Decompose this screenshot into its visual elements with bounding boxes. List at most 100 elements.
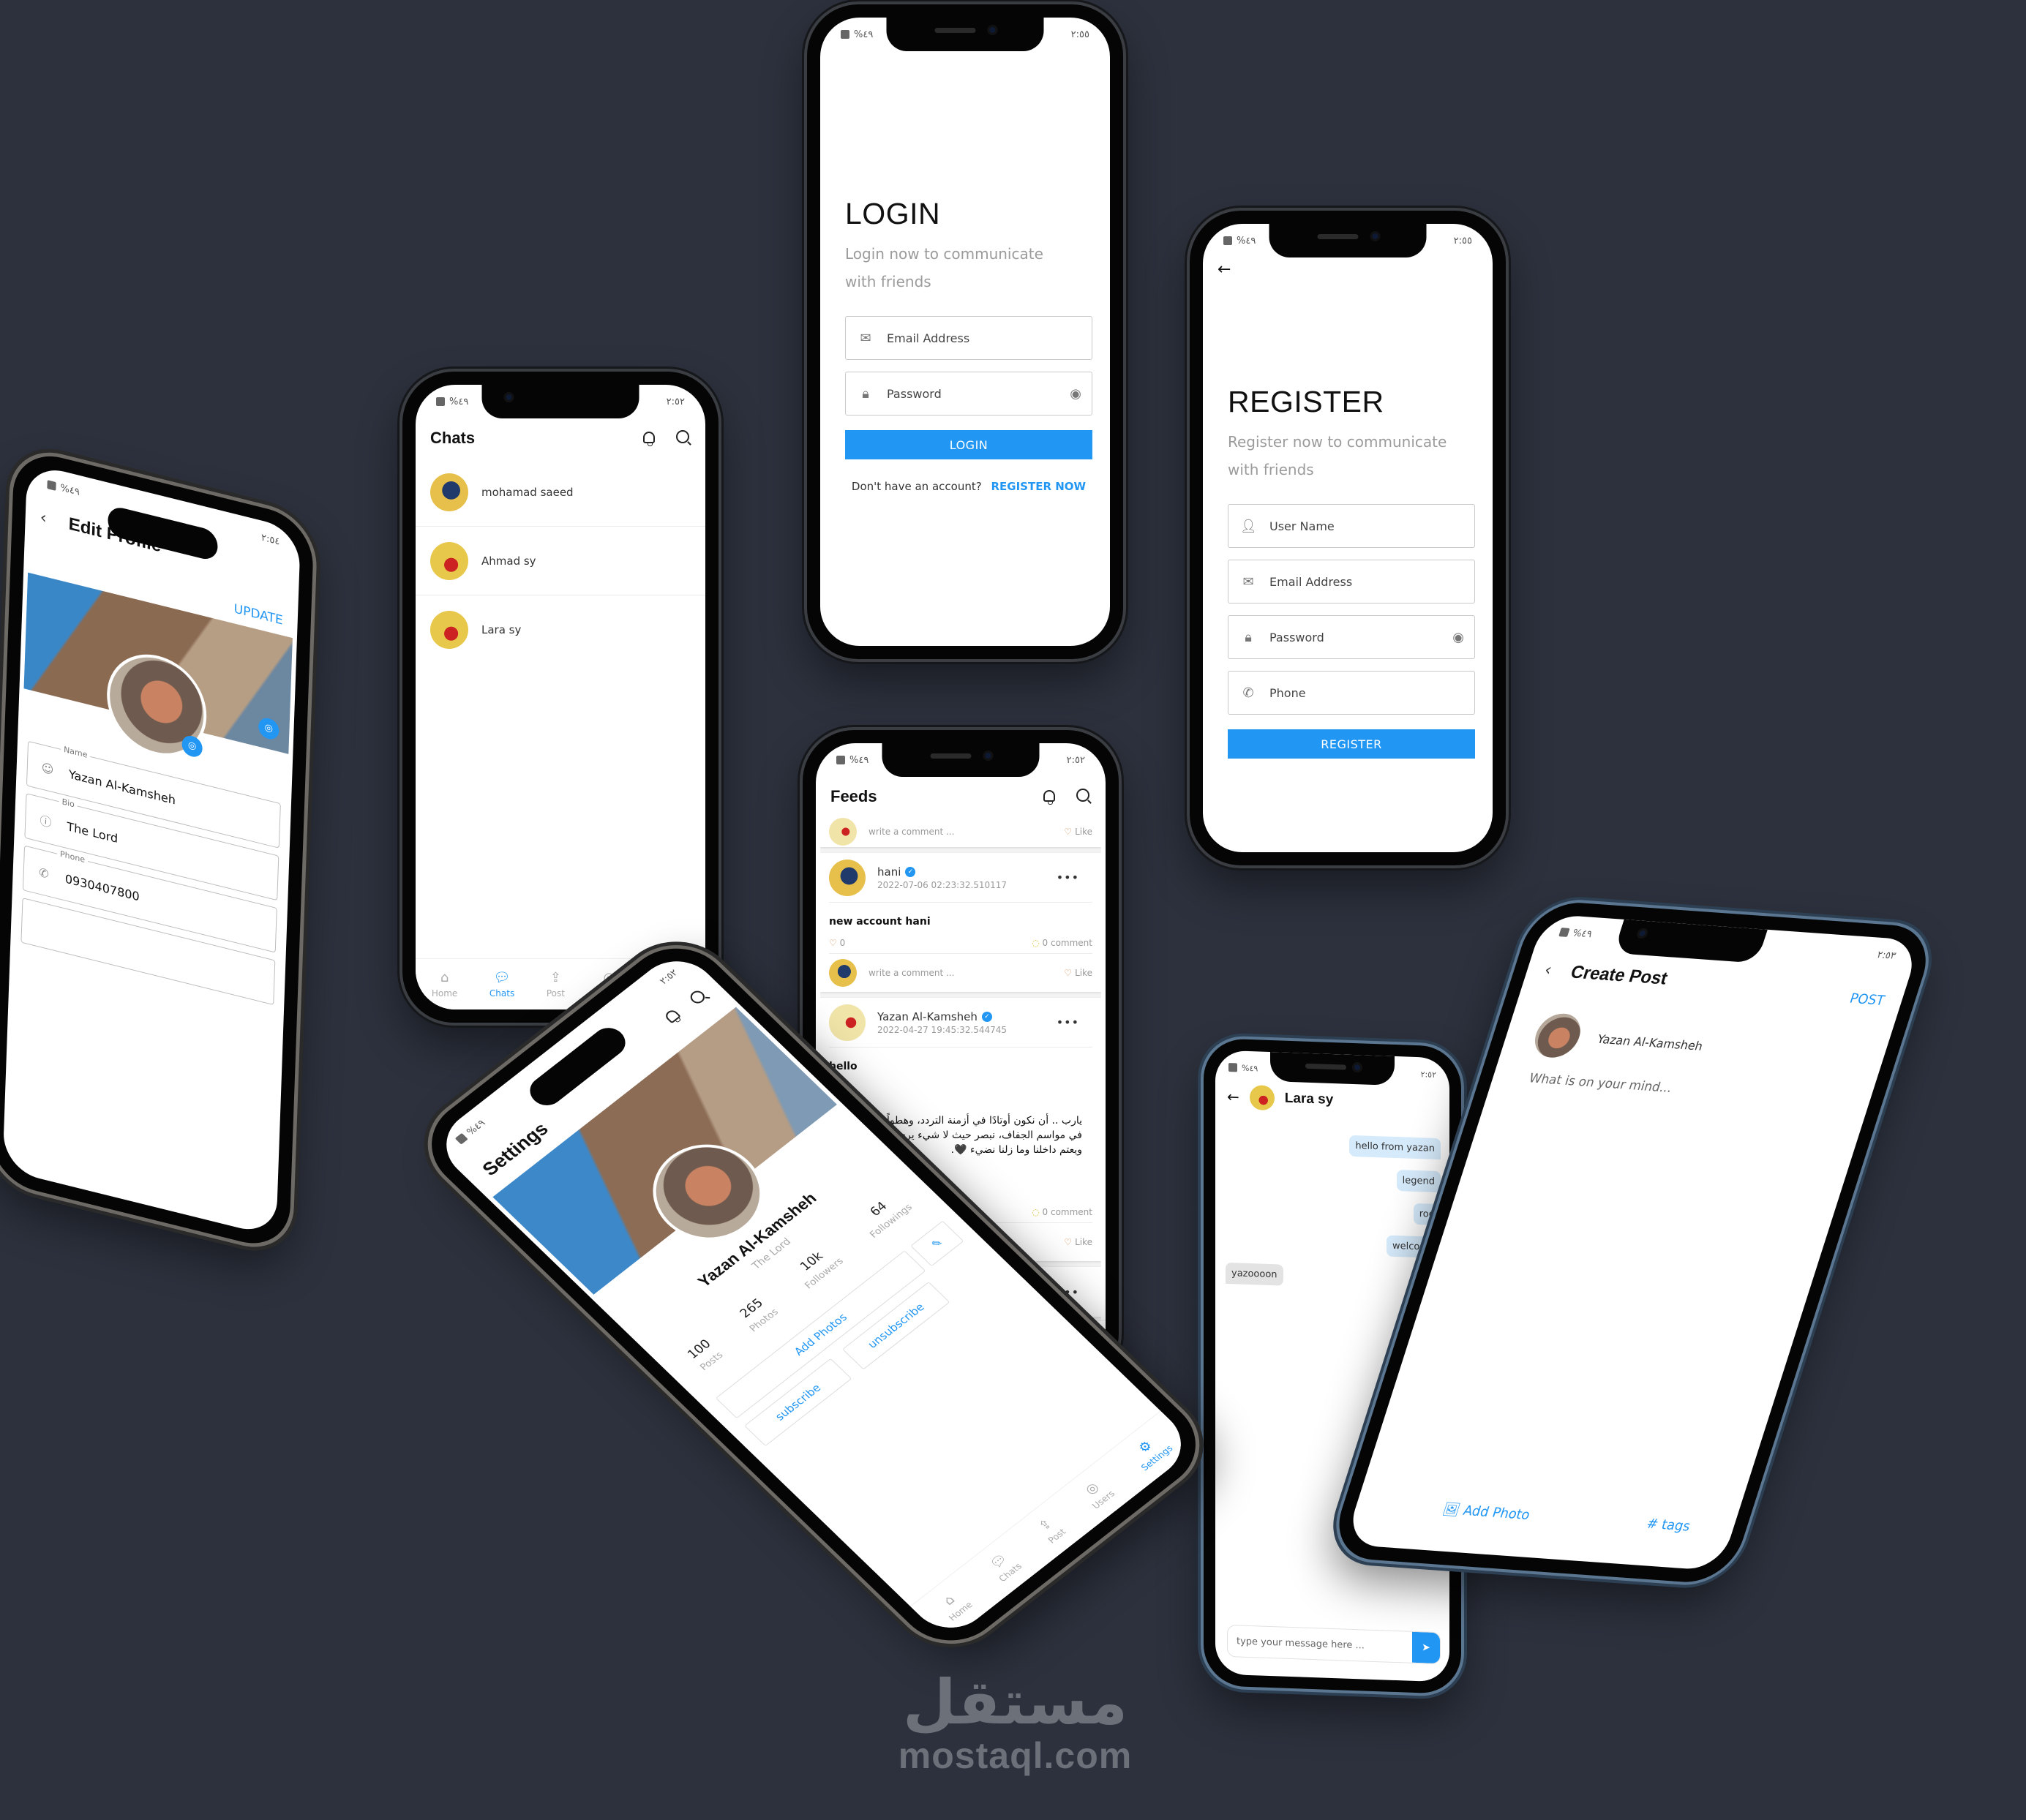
more-icon[interactable]: ••• — [1057, 1015, 1092, 1029]
post-card: hani ✓ 2022-07-06 02:23:32.510117 ••• new… — [820, 853, 1101, 992]
stat-photos[interactable]: 265 Photos — [734, 1293, 781, 1334]
status-time: ٢:٥٢ — [657, 967, 680, 987]
post-text: new account hani — [829, 916, 931, 928]
tab-users[interactable]: ◎Users — [1077, 1476, 1117, 1511]
post-author[interactable]: hani — [877, 865, 901, 879]
contact-name: Lara sy — [481, 623, 522, 636]
lock-icon — [1558, 928, 1570, 937]
update-button[interactable]: UPDATE — [233, 601, 283, 628]
tab-settings[interactable]: ⚙Settings — [1126, 1431, 1174, 1472]
comment-row: write a comment ... ♡Like — [829, 816, 1092, 847]
eye-icon[interactable]: ◉ — [1070, 386, 1081, 402]
post-author[interactable]: Yazan Al-Kamsheh — [877, 1010, 978, 1023]
status-time: ٢:٥٤ — [260, 531, 280, 548]
field-value: 0930407800 — [64, 870, 140, 904]
upload-icon: ⇪ — [1035, 1516, 1056, 1534]
register-button[interactable]: REGISTER — [1228, 729, 1475, 759]
email-field[interactable]: ✉ Email Address — [1228, 560, 1475, 603]
phone-icon: ✆ — [1242, 685, 1254, 701]
search-icon[interactable] — [687, 988, 710, 1008]
tags-button[interactable]: # tags — [1645, 1516, 1692, 1534]
bell-icon[interactable] — [663, 1008, 685, 1026]
send-button[interactable]: ➤ — [1412, 1631, 1440, 1664]
like-button[interactable]: ♡ Like — [1064, 1237, 1092, 1247]
comment-input[interactable]: write a comment ... — [868, 827, 1064, 837]
post-button[interactable]: POST — [1847, 991, 1886, 1009]
stat-followings[interactable]: 64 Followings — [854, 1189, 915, 1240]
phone-field[interactable]: ✆ Phone — [1228, 671, 1475, 715]
heart-icon: ♡ — [829, 937, 837, 948]
arrow-left-icon[interactable]: ← — [1218, 260, 1231, 279]
verified-icon: ✓ — [981, 1012, 992, 1022]
search-icon[interactable] — [1075, 789, 1091, 805]
page-title: Create Post — [1568, 961, 1670, 989]
password-field[interactable]: 🔒︎ Password ◉ — [845, 372, 1092, 415]
camera-icon[interactable]: ◎ — [181, 733, 203, 759]
tab-home[interactable]: ⌂Home — [431, 970, 458, 999]
search-icon[interactable] — [675, 430, 691, 446]
register-screen: %٤٩ ٢:٥٥ ← REGISTER Register now to comm… — [1203, 224, 1493, 852]
user-icon: ☺ — [41, 759, 54, 777]
more-icon[interactable]: ••• — [1057, 870, 1092, 884]
chat-list-item[interactable]: Ahmad sy — [416, 527, 705, 595]
send-icon: ➤ — [1422, 1642, 1430, 1654]
stat-followers[interactable]: 10k Followers — [789, 1243, 846, 1291]
tab-post[interactable]: ⇪Post — [1033, 1514, 1068, 1545]
pencil-icon: ✎ — [928, 1236, 946, 1252]
password-field[interactable]: 🔒︎ Password ◉ — [1228, 615, 1475, 659]
like-button[interactable]: ♡ Like — [1064, 827, 1092, 837]
username-field[interactable]: 👤︎ User Name — [1228, 504, 1475, 548]
eye-icon[interactable]: ◉ — [1452, 630, 1464, 645]
login-button[interactable]: LOGIN — [845, 430, 1092, 459]
comment-input[interactable]: write a comment ... — [868, 968, 1064, 978]
post-author: Yazan Al-Kamsheh — [1528, 1012, 1710, 1068]
chevron-left-icon[interactable]: ‹ — [1542, 961, 1554, 980]
post-header: hani ✓ 2022-07-06 02:23:32.510117 ••• — [829, 853, 1092, 903]
app-bar: ‹ Create Post POST — [1540, 956, 1891, 1009]
tab-post[interactable]: ⇪Post — [547, 970, 565, 999]
camera-icon[interactable]: ◎ — [258, 715, 279, 742]
info-icon: ⓘ — [40, 813, 52, 830]
avatar — [430, 473, 468, 511]
status-time: ٢:٥٢ — [1420, 1069, 1436, 1080]
lock-icon — [836, 756, 845, 764]
tab-home[interactable]: ⌂Home — [934, 1587, 975, 1622]
register-form: REGISTER Register now to communicate wit… — [1228, 385, 1475, 759]
chat-list-item[interactable]: mohamad saeed — [416, 458, 705, 527]
add-photo-button[interactable]: 🖼︎ Add Photo — [1441, 1502, 1532, 1523]
tab-label: Chats — [489, 988, 515, 999]
stat-posts[interactable]: 100 Posts — [684, 1336, 726, 1373]
location-icon: ◎ — [1081, 1479, 1103, 1497]
avatar — [829, 859, 866, 896]
email-field[interactable]: ✉ Email Address — [845, 316, 1092, 360]
lock-icon — [436, 397, 445, 406]
cover-photo — [492, 1007, 837, 1295]
lock-icon: 🔒︎ — [862, 386, 869, 402]
arrow-left-icon[interactable]: ← — [1227, 1088, 1239, 1106]
comment-count: 0 comment — [1042, 937, 1092, 948]
tab-label: Home — [431, 988, 458, 999]
tab-chats[interactable]: 💬︎Chats — [983, 1549, 1024, 1584]
chats-screen: %٤٩ ٢:٥٢ Chats mohamad saeed Ahmad sy La… — [416, 385, 705, 1009]
message-input[interactable]: type your message here ... ➤ — [1227, 1624, 1441, 1665]
post-text: hello — [829, 1061, 858, 1072]
register-now-link[interactable]: REGISTER NOW — [991, 480, 1086, 493]
phone-edit-profile: %٤٩ ٢:٥٤ ‹ Edit Profile UPDATE ◎ ◎ Name … — [0, 446, 315, 1254]
post-text-input[interactable]: What is on your mind... — [1527, 1071, 1674, 1096]
gear-icon: ⚙ — [1135, 1437, 1156, 1456]
chevron-left-icon[interactable]: ‹ — [40, 508, 47, 527]
like-button[interactable]: ♡ Like — [1064, 968, 1092, 978]
page-title: LOGIN — [845, 197, 941, 230]
page-title: REGISTER — [1228, 385, 1384, 418]
tab-chats[interactable]: 💬︎Chats — [489, 970, 515, 999]
bell-icon[interactable] — [1041, 789, 1057, 805]
bell-icon[interactable] — [641, 430, 657, 446]
app-bar: Chats — [416, 420, 705, 456]
create-post-screen: %٤٩ ٢:٥٣ ‹ Create Post POST Yazan Al-Kam… — [1343, 914, 1921, 1571]
app-bar: Feeds — [816, 778, 1106, 815]
page-title: Chats — [430, 429, 476, 447]
avatar — [1528, 1012, 1586, 1059]
edit-profile-button[interactable]: ✎ — [910, 1220, 964, 1267]
chat-list-item[interactable]: Lara sy — [416, 595, 705, 664]
like-label: Like — [1075, 968, 1092, 978]
